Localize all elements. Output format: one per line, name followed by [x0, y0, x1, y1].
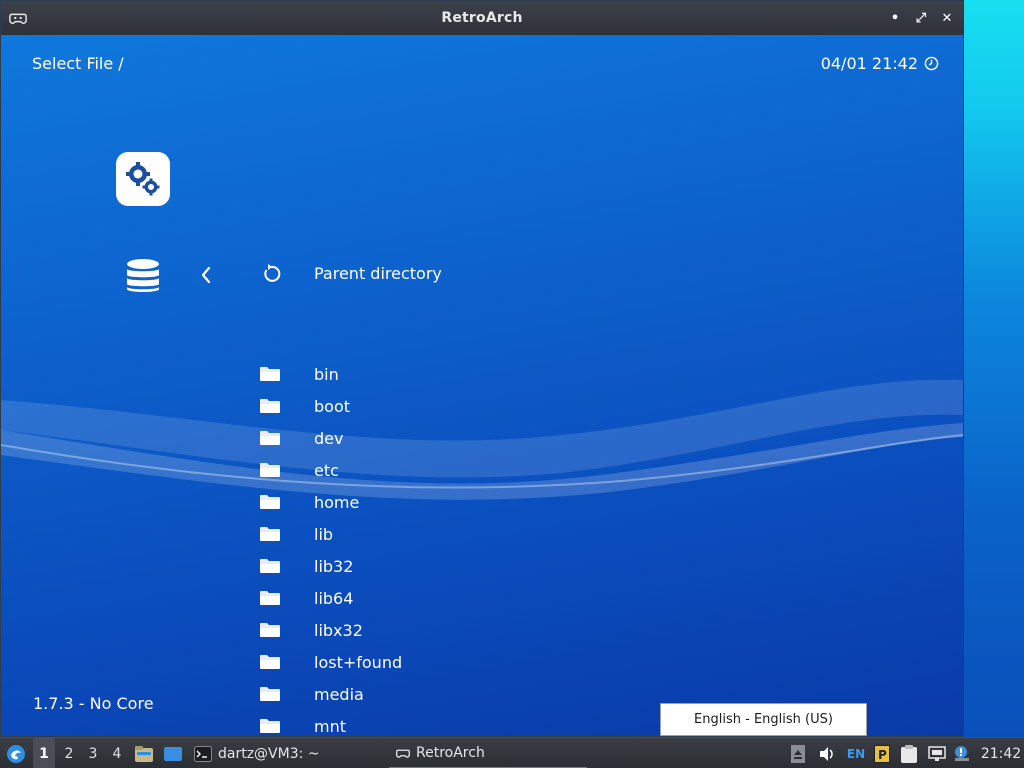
file-list: bin boot dev etc home lib lib32 lib64 libx32 lost… — [259, 358, 659, 736]
file-item[interactable]: libx32 — [259, 614, 659, 646]
task-terminal[interactable]: dartz@VM3: ~ — [194, 738, 320, 768]
file-item-label: lib — [314, 524, 334, 544]
start-menu-button[interactable] — [4, 738, 28, 768]
network-icon — [928, 745, 946, 761]
file-item[interactable]: lib64 — [259, 582, 659, 614]
task-retroarch-label: RetroArch — [416, 744, 485, 761]
clock-icon — [924, 56, 939, 71]
menu-area: Select File / 04/01 21:42 Parent directo… — [1, 35, 963, 736]
show-desktop-button[interactable] — [162, 738, 184, 768]
file-item[interactable]: home — [259, 486, 659, 518]
eject-button[interactable] — [790, 738, 806, 768]
workspace-3[interactable]: 3 — [82, 738, 104, 768]
file-item[interactable]: boot — [259, 390, 659, 422]
folder-icon — [260, 623, 280, 637]
file-item[interactable]: mnt — [259, 710, 659, 736]
window-titlebar[interactable]: RetroArch • ⤢ ✕ — [1, 1, 963, 35]
network-button[interactable] — [927, 738, 947, 768]
taskbar: 1 2 3 4 dartz@VM3: ~ RetroArch EN P 21:4… — [0, 737, 1024, 768]
terminal-icon — [194, 745, 212, 762]
file-item-label: boot — [314, 396, 351, 416]
minimize-button[interactable]: • — [885, 8, 905, 28]
settings-tab[interactable] — [116, 152, 170, 206]
workspace-1[interactable]: 1 — [33, 738, 55, 768]
file-item[interactable]: dev — [259, 422, 659, 454]
version-label: 1.7.3 - No Core — [33, 694, 154, 713]
file-item-label: dev — [314, 428, 344, 448]
update-notifier-icon — [955, 745, 969, 761]
folder-icon — [260, 655, 280, 669]
power-manager-icon: P — [874, 744, 890, 763]
file-item[interactable]: bin — [259, 358, 659, 390]
desktop-background — [963, 0, 1024, 737]
task-retroarch[interactable]: RetroArch — [389, 738, 587, 768]
file-item[interactable]: lib — [259, 518, 659, 550]
file-manager-icon — [135, 745, 153, 762]
taskbar-clock[interactable]: 21:42 — [980, 738, 1022, 768]
file-item-label: etc — [314, 460, 339, 480]
updates-button[interactable] — [952, 738, 972, 768]
file-item[interactable]: lost+found — [259, 646, 659, 678]
folder-icon — [260, 431, 280, 445]
gamepad-icon — [9, 13, 27, 24]
lubuntu-logo-icon — [7, 744, 25, 763]
file-manager-launcher[interactable] — [133, 738, 155, 768]
folder-icon — [260, 463, 280, 477]
gears-icon — [126, 162, 160, 196]
folder-icon — [260, 719, 280, 733]
task-terminal-label: dartz@VM3: ~ — [218, 745, 320, 762]
folder-icon — [260, 591, 280, 605]
datetime-text: 04/01 21:42 — [820, 54, 918, 73]
close-button[interactable]: ✕ — [937, 8, 957, 28]
file-item-label: mnt — [314, 716, 346, 736]
workspace-4[interactable]: 4 — [106, 738, 128, 768]
folder-icon — [260, 527, 280, 541]
eject-icon — [791, 744, 805, 763]
workspace-2[interactable]: 2 — [58, 738, 80, 768]
file-item-label: media — [314, 684, 364, 704]
retroarch-window: RetroArch • ⤢ ✕ Select File / 04/01 21:4… — [0, 0, 964, 737]
chevron-left-icon[interactable] — [198, 264, 214, 286]
database-icon[interactable] — [125, 258, 161, 294]
language-tooltip: English - English (US) — [660, 703, 867, 736]
folder-icon — [260, 367, 280, 381]
gamepad-icon — [396, 749, 410, 758]
file-item-label: home — [314, 492, 360, 512]
file-item-label: lib32 — [314, 556, 354, 576]
refresh-icon[interactable] — [260, 263, 282, 285]
folder-icon — [260, 399, 280, 413]
power-indicator[interactable]: P — [873, 738, 891, 768]
maximize-button[interactable]: ⤢ — [911, 8, 931, 28]
file-item-label: libx32 — [314, 620, 363, 640]
folder-icon — [260, 559, 280, 573]
clipboard-icon — [901, 744, 917, 763]
folder-icon — [260, 687, 280, 701]
folder-icon — [260, 495, 280, 509]
keyboard-layout-indicator[interactable]: EN — [846, 738, 866, 768]
clipboard-button[interactable] — [899, 738, 919, 768]
svg-text:P: P — [878, 748, 887, 762]
volume-icon — [820, 746, 833, 761]
breadcrumb: Select File / — [32, 54, 124, 73]
file-item-label: lost+found — [314, 652, 403, 672]
window-title: RetroArch — [441, 10, 523, 26]
file-item[interactable]: etc — [259, 454, 659, 486]
file-item[interactable]: media — [259, 678, 659, 710]
file-item[interactable]: lib32 — [259, 550, 659, 582]
datetime-display: 04/01 21:42 — [821, 54, 939, 73]
parent-directory-item[interactable]: Parent directory — [314, 264, 442, 283]
file-item-label: bin — [314, 364, 339, 384]
desktop-icon — [164, 746, 182, 761]
file-item-label: lib64 — [314, 588, 354, 608]
volume-button[interactable] — [817, 738, 837, 768]
